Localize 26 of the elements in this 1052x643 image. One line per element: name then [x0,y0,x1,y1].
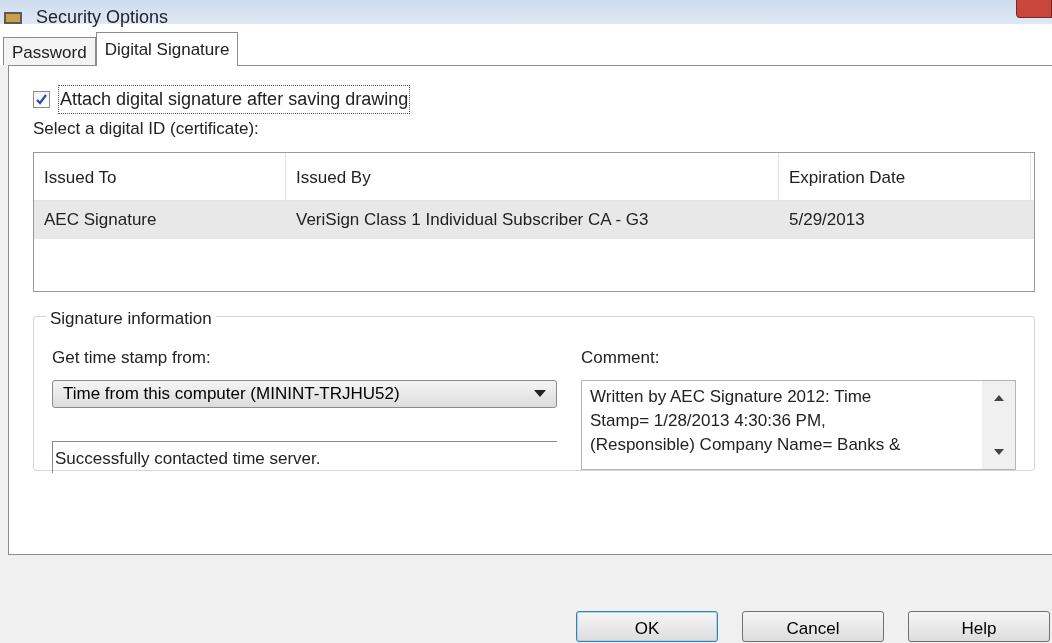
checkbox-label[interactable]: Attach digital signature after saving drawing [58,84,411,114]
dropdown-arrow-icon[interactable] [534,390,546,398]
scrollbar[interactable] [982,381,1015,469]
dialog-button[interactable]: Cancel [742,611,884,642]
scroll-up-icon[interactable] [993,395,1004,401]
column-header[interactable]: Expiration Date [779,152,1031,200]
dialog-button[interactable]: OK [576,611,718,642]
column-header[interactable]: Issued By [286,152,779,200]
status-field: Successfully contacted time server. [52,440,557,473]
dialog-button[interactable]: Help [908,611,1050,642]
comment-label: Comment: [581,346,661,369]
comment-text-line: Stamp= 1/28/2013 4:30:36 PM, [590,410,827,432]
certificate-label: Select a digital ID (certificate): [33,118,260,140]
scroll-down-icon[interactable] [993,448,1004,455]
tab[interactable]: Password [3,37,96,65]
time-stamp-dropdown[interactable]: Time from this computer (MININT-TRJHU52) [52,380,557,408]
table-row[interactable]: AEC Signature VeriSign Class 1 Individual Subscriber CA - G3 5/29/2013 [34,200,1034,239]
comment-text-line: (Responsible) Company Name= Banks & [590,434,902,456]
window-title: Security Options [36,8,169,26]
comment-text-line: Written by AEC Signature 2012: Time [590,386,873,408]
checkbox[interactable] [33,90,50,108]
column-header[interactable]: Issued To [34,152,286,200]
tab[interactable]: Digital Signature [95,32,239,66]
app-icon [4,12,22,24]
comment-field[interactable]: Written by AEC Signature 2012: Time Stamp= 1/28/2013 4:30:36 PM, (Responsible) Company Name= Banks & [581,380,1016,470]
time-stamp-label: Get time stamp from: [52,346,212,369]
